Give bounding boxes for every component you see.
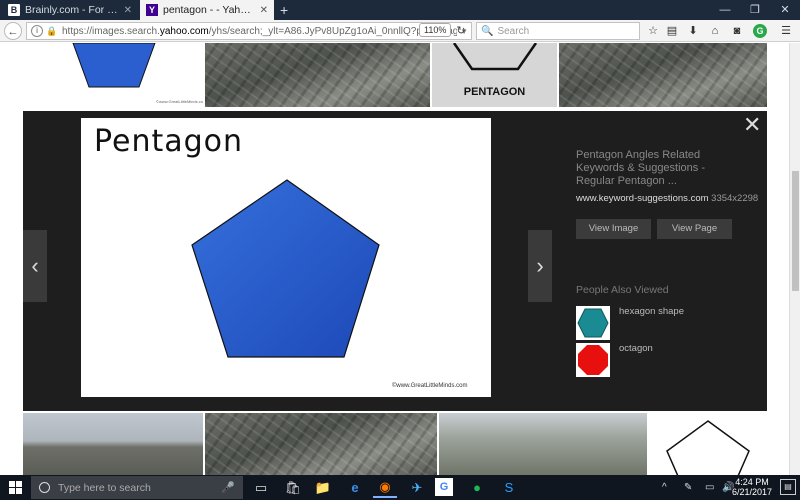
file-explorer-icon[interactable]: 📁 (311, 477, 335, 498)
octagon-shape-icon (578, 345, 608, 375)
yahoo-favicon-icon: Y (146, 4, 158, 16)
firefox-icon[interactable]: ◉ (373, 477, 397, 498)
url-text[interactable]: https://images.search.yahoo.com/yhs/sear… (62, 26, 457, 37)
image-source-domain[interactable]: www.keyword-suggestions.com 3354x2298 (576, 193, 758, 204)
search-field[interactable]: 🔍 Search (476, 22, 640, 40)
address-bar[interactable]: i 🔒 https://images.search.yahoo.com/yhs/… (26, 22, 472, 40)
hexagon-thumbnail (576, 306, 610, 340)
reload-icon[interactable]: ↻ (452, 22, 470, 40)
related-item-label: octagon (619, 343, 653, 354)
related-item-octagon[interactable]: octagon (576, 343, 756, 377)
image-source-title-link[interactable]: Pentagon Angles Related Keywords & Sugge… (576, 149, 736, 188)
image-preview-lightbox: ‹ Pentagon ©www.GreatLittleMinds.com › ✕… (23, 111, 767, 411)
microphone-icon[interactable]: 🎤 (221, 481, 235, 494)
show-hidden-icons[interactable]: ^ (662, 475, 667, 500)
clock-date: 6/21/2017 (731, 487, 773, 497)
action-center-icon[interactable]: ▤ (780, 479, 796, 495)
thumbnail-pentagon-aerial-2[interactable] (559, 43, 767, 107)
bookmark-star-icon[interactable]: ☆ (645, 22, 661, 40)
zoom-level-indicator[interactable]: 110% (419, 23, 452, 37)
taskbar-search-box[interactable]: Type here to search 🎤 (31, 476, 243, 499)
thumbnail-pentagon-aerial-1[interactable] (205, 43, 430, 107)
thumbnail-pentagon-outline-2[interactable] (649, 413, 767, 475)
tab-title: pentagon - - Yahoo Image S (163, 4, 254, 16)
preview-image[interactable]: Pentagon ©www.GreatLittleMinds.com (81, 118, 491, 397)
minimize-window-icon[interactable]: — (710, 0, 740, 20)
thumbnail-pentagon-blue[interactable]: ©www.GreatLittleMinds.com (23, 43, 203, 107)
windows-taskbar: Type here to search 🎤 ▭ 🛍 📁 e ◉ ✈ G ● S … (0, 475, 800, 500)
related-item-hexagon[interactable]: hexagon shape (576, 306, 756, 340)
pocket-icon[interactable]: ◙ (729, 22, 745, 40)
close-lightbox-icon[interactable]: ✕ (743, 114, 761, 136)
search-placeholder: Search (497, 25, 530, 37)
pentagon-shape (191, 179, 380, 358)
previous-image-button[interactable]: ‹ (23, 230, 47, 302)
chevron-left-icon: ‹ (31, 253, 39, 278)
tab-strip: B Brainly.com - For students. B ✕ Y pent… (0, 0, 800, 20)
navigation-toolbar: ← i 🔒 https://images.search.yahoo.com/yh… (0, 20, 800, 42)
brainly-favicon-icon: B (8, 4, 20, 16)
new-tab-button[interactable]: + (280, 0, 288, 20)
pentagon-outline-shape (666, 420, 750, 475)
edge-browser-icon[interactable]: e (343, 477, 367, 498)
info-icon[interactable]: i (31, 25, 43, 37)
spotify-icon[interactable]: ● (465, 477, 489, 498)
windows-app-icon[interactable]: ✈ (405, 477, 429, 498)
page-scrollbar[interactable] (789, 43, 800, 475)
windows-logo-icon (8, 481, 22, 494)
pentagon-thumbnail-shape: ©www.GreatLittleMinds.com (72, 43, 203, 104)
view-image-button[interactable]: View Image (576, 219, 651, 239)
cortana-icon (39, 482, 50, 493)
start-button[interactable] (0, 475, 30, 500)
thumbnail-aerial-city[interactable] (23, 413, 203, 475)
tab-yahoo-image-search[interactable]: Y pentagon - - Yahoo Image S ✕ (140, 0, 274, 20)
close-tab-icon[interactable]: ✕ (260, 5, 268, 16)
home-icon[interactable]: ⌂ (707, 22, 723, 40)
system-clock[interactable]: 4:24 PM 6/21/2017 (727, 477, 777, 497)
image-dimensions: 3354x2298 (711, 193, 759, 204)
battery-icon[interactable]: ▭ (705, 475, 714, 500)
octagon-thumbnail (576, 343, 610, 377)
reading-list-icon[interactable]: ▤ (664, 22, 680, 40)
search-icon: 🔍 (481, 25, 494, 37)
task-view-icon[interactable]: ▭ (249, 477, 273, 498)
close-window-icon[interactable]: ✕ (770, 0, 800, 20)
clock-time: 4:24 PM (735, 477, 769, 487)
store-icon[interactable]: 🛍 (281, 477, 305, 498)
thumbnail-pentagon-outline[interactable]: PENTAGON (432, 43, 557, 107)
next-image-button[interactable]: › (528, 230, 552, 302)
svg-text:©www.GreatLittleMinds.com: ©www.GreatLittleMinds.com (156, 99, 203, 104)
thumbnail-pentagon-aerial-3[interactable] (205, 413, 437, 475)
grammarly-extension-icon[interactable]: G (753, 24, 767, 38)
google-icon[interactable]: G (435, 478, 453, 496)
tab-brainly[interactable]: B Brainly.com - For students. B ✕ (2, 0, 138, 20)
pentagon-label: PENTAGON (463, 86, 526, 98)
insecure-lock-icon[interactable]: 🔒 (46, 26, 58, 37)
skype-icon[interactable]: S (497, 477, 521, 498)
view-page-button[interactable]: View Page (657, 219, 732, 239)
taskbar-search-placeholder: Type here to search (58, 481, 151, 494)
source-domain-text: www.keyword-suggestions.com (576, 193, 709, 204)
related-item-label: hexagon shape (619, 306, 684, 317)
image-credit: ©www.GreatLittleMinds.com (392, 383, 468, 389)
back-button[interactable]: ← (4, 22, 22, 40)
close-tab-icon[interactable]: ✕ (124, 5, 132, 16)
menu-icon[interactable]: ☰ (778, 22, 794, 40)
thumbnail-pentagon-aerial-4[interactable] (439, 413, 647, 475)
hexagon-shape-icon (577, 308, 609, 338)
downloads-icon[interactable]: ⬇ (685, 22, 701, 40)
chevron-right-icon: › (536, 253, 544, 278)
restore-window-icon[interactable]: ❐ (740, 0, 770, 20)
tab-title: Brainly.com - For students. B (25, 4, 118, 16)
image-search-page: ©www.GreatLittleMinds.com PENTAGON ‹ Pen… (0, 43, 800, 475)
pen-icon[interactable]: ✎ (684, 475, 692, 500)
scrollbar-thumb[interactable] (792, 171, 799, 291)
people-also-viewed-heading: People Also Viewed (576, 284, 669, 296)
